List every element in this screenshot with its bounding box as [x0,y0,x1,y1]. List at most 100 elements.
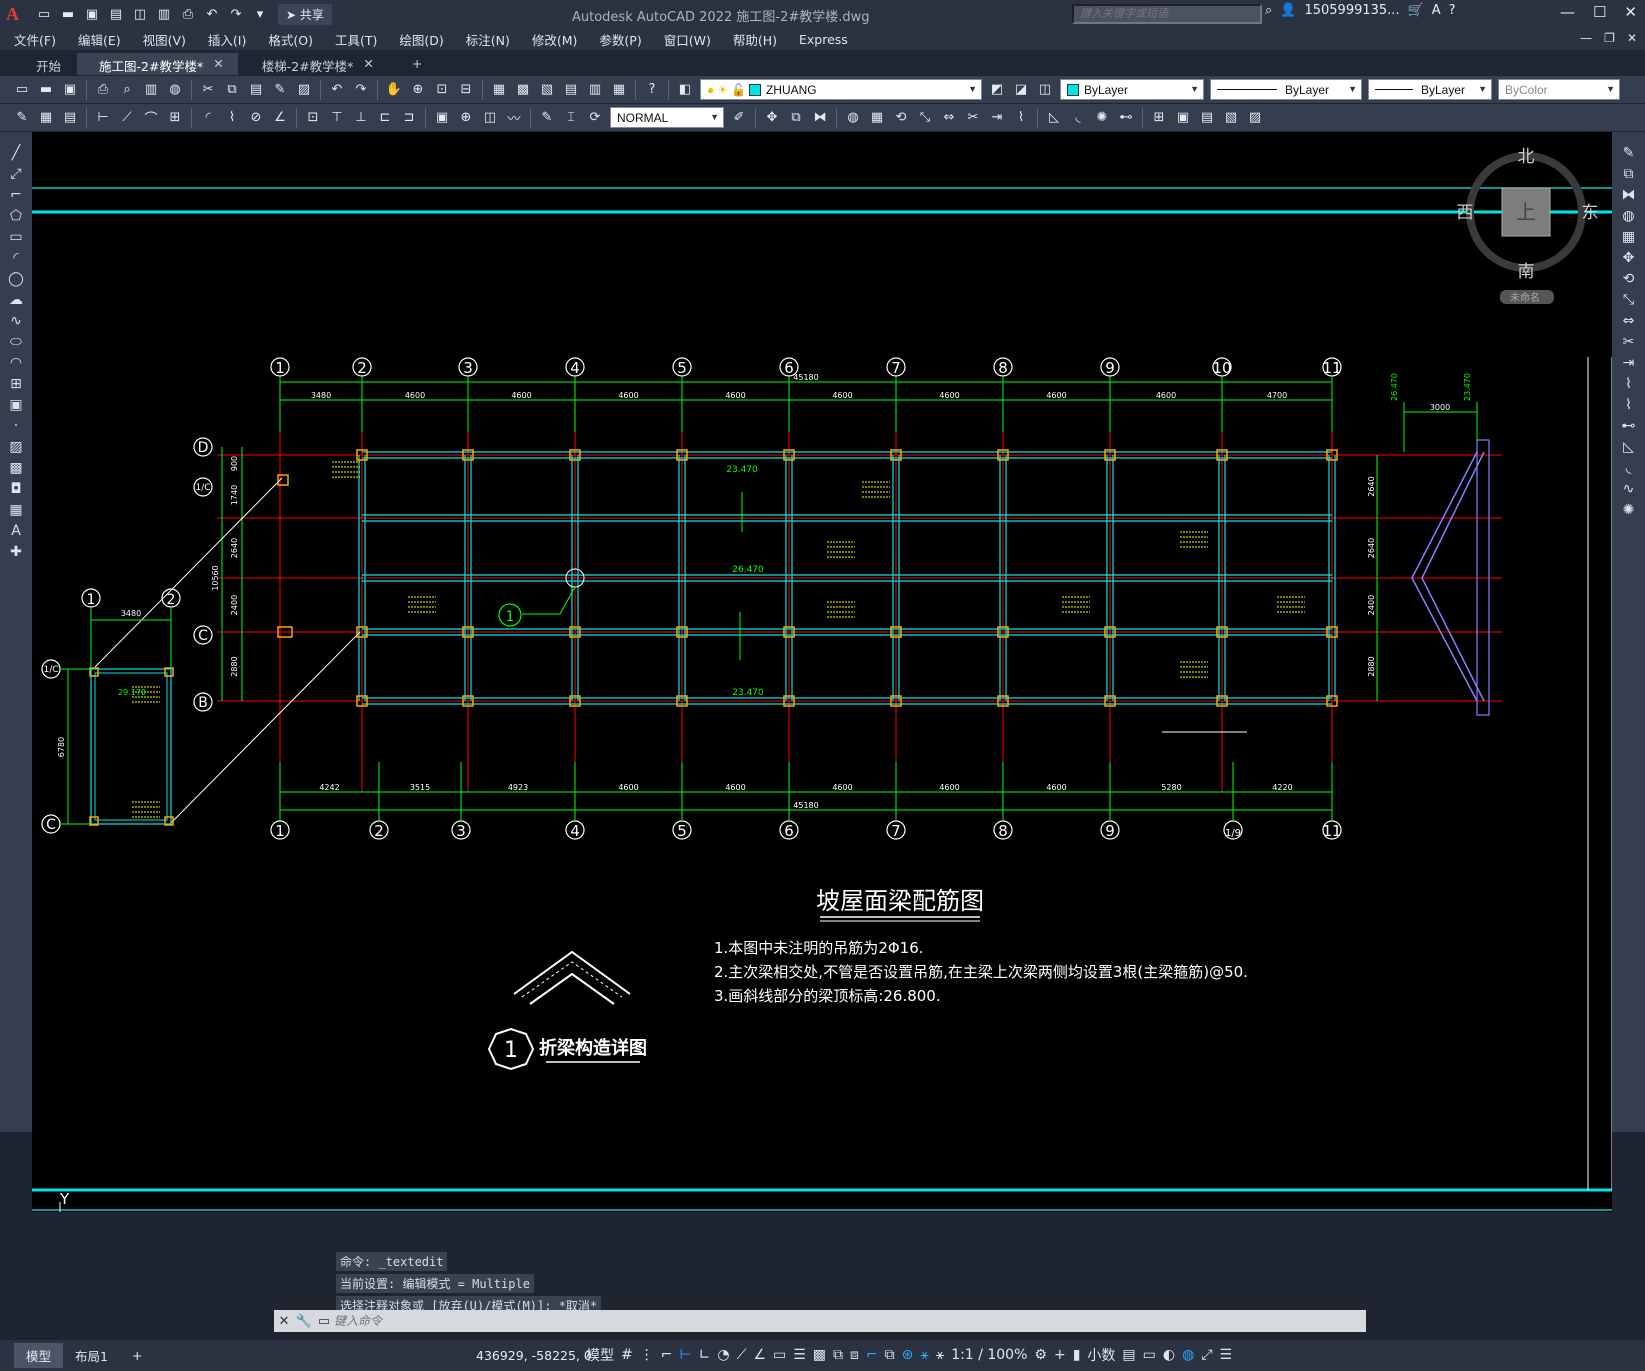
tab-layout1[interactable]: 布局1 [63,1343,120,1368]
copy-icon[interactable]: ⧉ [222,80,242,100]
diameter-dim-icon[interactable]: ⊘ [246,108,266,128]
wrench-icon[interactable]: 🔧 [294,1314,314,1329]
stretch-icon[interactable]: ⇔ [939,108,959,128]
tab-model[interactable]: 模型 [14,1343,64,1368]
doc-close-icon[interactable]: ✕ [1627,31,1637,45]
transparency-icon[interactable]: ▩ [813,1347,826,1363]
spline-icon[interactable]: ∿ [5,310,27,331]
attribute-icon[interactable]: ▤ [1197,108,1217,128]
array-icon[interactable]: ▦ [1618,226,1640,247]
undo-icon[interactable]: ↶ [327,80,347,100]
blend-curves-icon[interactable]: ∿ [1618,478,1640,499]
object-snap-icon[interactable]: ▭ [773,1347,786,1363]
leader-icon[interactable]: ▤ [60,108,80,128]
gizmo-icon[interactable]: ⊛ [902,1347,914,1363]
close-icon[interactable]: ✕ [274,1314,294,1329]
rotate-icon[interactable]: ⟲ [1618,268,1640,289]
annotation-visibility-icon[interactable]: ⚹ [920,1347,928,1363]
layer-previous-icon[interactable]: ◪ [1011,80,1031,100]
stretch-icon[interactable]: ⇔ [1618,310,1640,331]
3d-snap-icon[interactable]: ⧈ [850,1347,859,1363]
fillet-icon[interactable]: ◟ [1618,457,1640,478]
copy-icon[interactable]: ⧉ [1618,163,1640,184]
new-icon[interactable]: ▭ [34,4,54,24]
scale-icon[interactable]: ⤡ [1618,289,1640,310]
grid-icon[interactable]: # [621,1347,633,1363]
array-icon[interactable]: ▦ [867,108,887,128]
gradient-icon[interactable]: ▩ [5,457,27,478]
dim-text-edit-icon[interactable]: ⌶ [561,108,581,128]
selection-cycling-icon[interactable]: ⧉ [833,1347,843,1363]
hardware-acceleration-icon[interactable]: ◍ [1182,1347,1194,1363]
drawing-canvas[interactable]: 上 北 南 西 东 未命名 1 2 3 4 5 6 7 8 9 10 11 3480 4600 4600 4… [32,132,1612,1212]
zoom-previous-icon[interactable]: ⊟ [456,80,476,100]
command-input[interactable] [334,1314,1234,1328]
make-current-layer-icon[interactable]: ◩ [987,80,1007,100]
doc-minimize-icon[interactable]: — [1580,31,1592,45]
plot-preview-icon[interactable]: ⌕ [117,80,137,100]
pan-icon[interactable]: ✋ [384,80,404,100]
mtext-icon[interactable]: A [5,520,27,541]
tab-stairs-drawing[interactable]: 楼梯-2#教学楼* ✕ [240,53,388,75]
hatch-icon[interactable]: ▨ [5,436,27,457]
selection-filter-icon[interactable]: ⧉ [885,1347,895,1363]
user-icon[interactable]: 👤 [1280,3,1296,18]
table-icon[interactable]: ▦ [36,108,56,128]
redo-icon[interactable]: ↷ [226,4,246,24]
layer-dropdown[interactable]: ● ☀ 🔓 ZHUANG ▼ [700,79,982,100]
3d-dwf-icon[interactable]: ◍ [165,80,185,100]
radius-dim-icon[interactable]: ◜ [198,108,218,128]
ordinate-dim-icon[interactable]: ⊞ [165,108,185,128]
auto-scale-icon[interactable]: ⚹ [936,1347,944,1363]
edit-icon[interactable]: ✎ [12,108,32,128]
tool-palettes-icon[interactable]: ▧ [537,80,557,100]
open-icon[interactable]: ▬ [58,4,78,24]
plus-icon[interactable]: + [1054,1347,1066,1363]
markup-icon[interactable]: ▥ [585,80,605,100]
annotation-scale[interactable]: 1:1 / 100% [951,1347,1027,1363]
menu-dimension[interactable]: 标注(N) [466,30,510,49]
angular-dim-icon[interactable]: ∠ [270,108,290,128]
image-icon[interactable]: ▨ [1245,108,1265,128]
add-selected-icon[interactable]: ✚ [5,541,27,562]
menu-window[interactable]: 窗口(W) [664,30,711,49]
zoom-realtime-icon[interactable]: ⊕ [408,80,428,100]
model-space-label[interactable]: 模型 [586,1345,614,1365]
autodesk-app-icon[interactable]: A [1432,3,1441,18]
dim-space-icon[interactable]: ⊏ [375,108,395,128]
insert-block-icon[interactable]: ⊞ [1149,108,1169,128]
extend-icon[interactable]: ⇥ [1618,352,1640,373]
explode-icon[interactable]: ✺ [1618,499,1640,520]
region-icon[interactable]: ◘ [5,478,27,499]
tolerance-icon[interactable]: ▣ [432,108,452,128]
dim-break-icon[interactable]: ⊐ [399,108,419,128]
plot-icon[interactable]: ⎙ [178,4,198,24]
point-icon[interactable]: · [5,415,27,436]
customization-icon[interactable]: ☰ [1220,1347,1233,1363]
close-icon[interactable]: ✕ [213,56,223,75]
dim-update-icon[interactable]: ⟳ [585,108,605,128]
arc-length-icon[interactable]: ⌒ [141,108,161,128]
recent-commands-icon[interactable]: ▭ [314,1314,334,1329]
chamfer-icon[interactable]: ◺ [1618,436,1640,457]
table-icon[interactable]: ▦ [5,499,27,520]
make-block-icon[interactable]: ▣ [5,394,27,415]
fillet-icon[interactable]: ◟ [1068,108,1088,128]
isometric-icon[interactable]: ⟋ [737,1347,747,1363]
redo-icon[interactable]: ↷ [351,80,371,100]
explode-icon[interactable]: ✺ [1092,108,1112,128]
zoom-window-icon[interactable]: ⊡ [432,80,452,100]
revcloud-icon[interactable]: ☁ [5,289,27,310]
scale-icon[interactable]: ⤡ [915,108,935,128]
dim-style-icon[interactable]: ✐ [729,108,749,128]
new-tab-button[interactable]: + [390,53,436,75]
cart-icon[interactable]: 🛒 [1408,3,1424,18]
tab-start[interactable]: 开始 [14,53,75,75]
menu-parametric[interactable]: 参数(P) [599,30,641,49]
arc-icon[interactable]: ◜ [5,247,27,268]
menu-edit[interactable]: 编辑(E) [78,30,121,49]
web-mobile-icon[interactable]: ◫ [130,4,150,24]
open-icon[interactable]: ▬ [36,80,56,100]
jogged-linear-icon[interactable]: 〰 [504,108,524,128]
construction-line-icon[interactable]: ⤢ [5,163,27,184]
